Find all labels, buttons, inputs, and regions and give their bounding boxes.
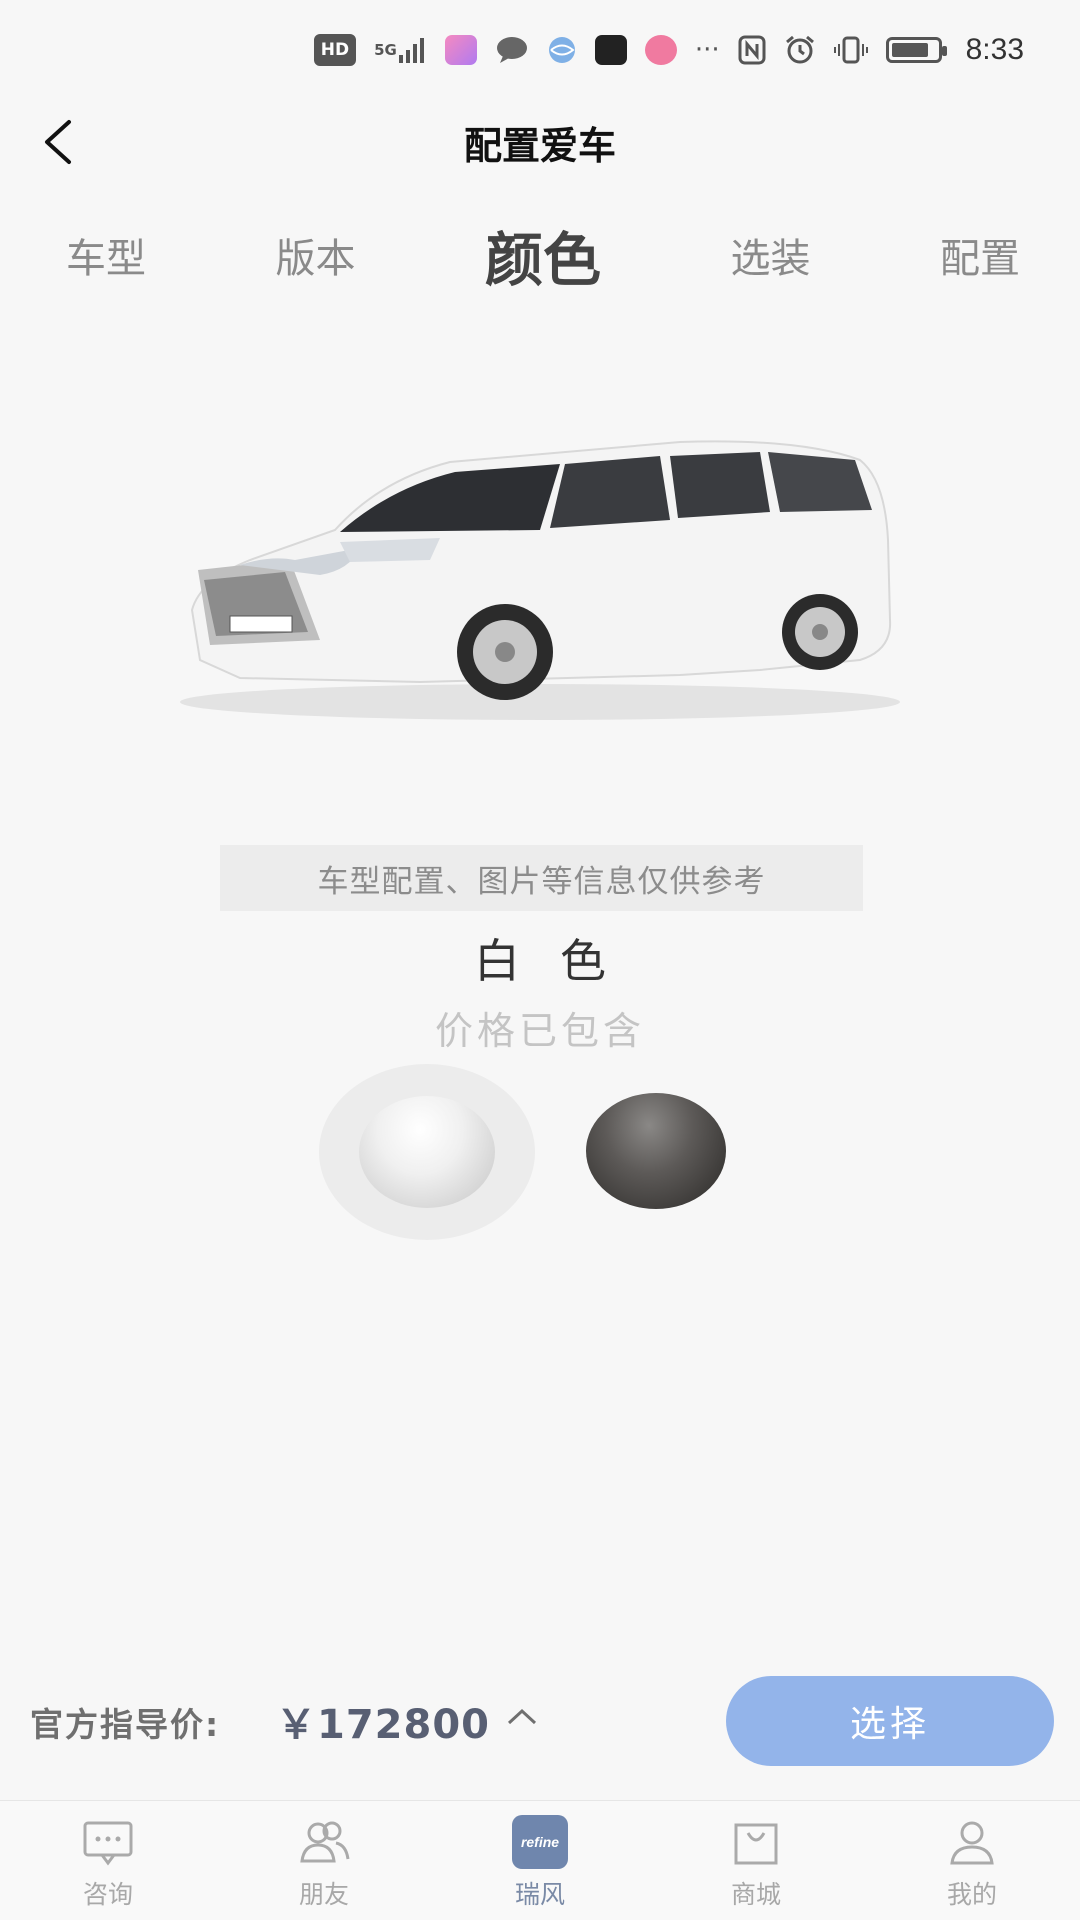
white-color-swatch	[359, 1096, 495, 1208]
back-button[interactable]	[30, 114, 86, 170]
chevron-up-icon	[507, 1708, 537, 1725]
nav-item-friends[interactable]: 朋友	[216, 1801, 432, 1920]
nav-label-mine: 我的	[946, 1880, 997, 1909]
price-bar: 官方指导价: ￥172800 选择	[0, 1640, 1080, 1800]
nav-item-mine[interactable]: 我的	[864, 1801, 1080, 1920]
vibrate-icon	[833, 34, 868, 66]
chat-icon	[80, 1817, 136, 1867]
config-step-tabs: 车型 版本 颜色 选装 配置	[0, 210, 1080, 300]
status-bar: HD 5G ··· 8:33	[0, 0, 1080, 100]
page-title: 配置爱车	[463, 123, 616, 168]
gray-color-swatch[interactable]	[586, 1093, 726, 1209]
nfc-icon	[738, 34, 766, 66]
signal-icon: 5G	[374, 34, 427, 66]
swatch-white-selected[interactable]	[319, 1064, 535, 1240]
color-swatch-list	[0, 1060, 1080, 1240]
shopping-bag-icon	[728, 1817, 784, 1867]
price-expand-toggle[interactable]	[502, 1698, 542, 1734]
browser-icon	[547, 34, 577, 66]
select-button[interactable]: 选择	[726, 1676, 1054, 1766]
tab-options[interactable]: 选装	[730, 226, 810, 284]
profile-icon	[944, 1817, 1000, 1867]
brand-logo-text: refine	[512, 1815, 568, 1869]
game-app-icon	[644, 35, 677, 65]
back-arrow-icon	[45, 120, 71, 164]
disclaimer-note: 车型配置、图片等信息仅供参考	[220, 845, 863, 911]
network-type: 5G	[374, 41, 397, 59]
nav-item-mall[interactable]: 商城	[648, 1801, 864, 1920]
selected-color-name: 白色	[474, 934, 646, 988]
tab-color[interactable]: 颜色	[485, 213, 601, 297]
more-icon: ···	[694, 35, 720, 65]
app-notification-icon	[444, 35, 477, 65]
news-app-icon	[594, 35, 627, 65]
tab-version[interactable]: 版本	[275, 226, 355, 284]
hd-icon: HD	[313, 34, 357, 66]
friends-icon	[296, 1817, 352, 1867]
clock: 8:33	[965, 33, 1024, 66]
nav-label-refine: 瑞风	[514, 1880, 565, 1909]
header-bar: 配置爱车	[0, 100, 1080, 184]
price-label: 官方指导价:	[30, 1705, 221, 1744]
battery-icon	[885, 37, 947, 63]
message-icon	[495, 34, 529, 66]
nav-item-consult[interactable]: 咨询	[0, 1801, 216, 1920]
price-value: ￥172800	[276, 1702, 490, 1748]
refine-brand-icon: refine	[512, 1815, 568, 1869]
tab-model[interactable]: 车型	[66, 226, 146, 284]
nav-label-friends: 朋友	[298, 1880, 349, 1909]
car-image	[120, 420, 960, 740]
color-price-note: 价格已包含	[434, 1009, 645, 1053]
bottom-navigation: 咨询 朋友 refine 瑞风 商城 我的	[0, 1800, 1080, 1920]
tab-config[interactable]: 配置	[940, 226, 1020, 284]
nav-item-refine[interactable]: refine 瑞风	[432, 1801, 648, 1920]
nav-label-mall: 商城	[730, 1880, 781, 1909]
nav-label-consult: 咨询	[82, 1880, 133, 1909]
alarm-icon	[784, 34, 816, 66]
